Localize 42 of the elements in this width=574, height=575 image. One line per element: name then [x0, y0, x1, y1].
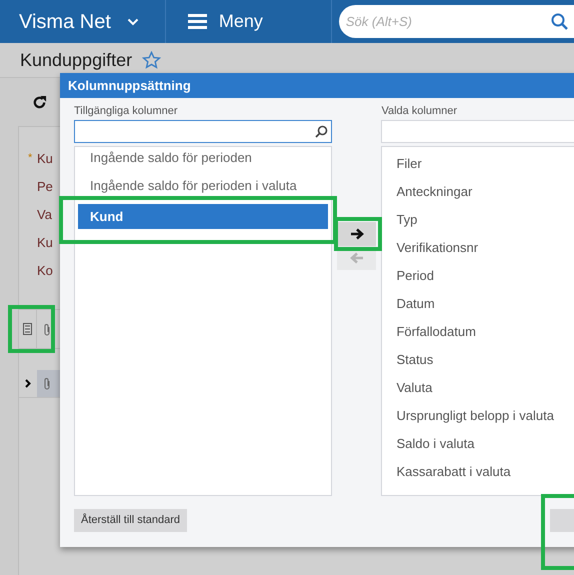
- list-item[interactable]: Verifikationsnr: [382, 234, 574, 262]
- search-field[interactable]: Sök (Alt+S): [338, 5, 574, 38]
- list-item[interactable]: Valuta: [382, 374, 574, 402]
- highlight-frame: [8, 305, 55, 353]
- list-item[interactable]: Kassarabatt i valuta: [382, 458, 574, 486]
- star-icon[interactable]: [142, 51, 162, 69]
- page-title: Kunduppgifter: [20, 48, 132, 72]
- search-icon[interactable]: [551, 13, 568, 30]
- list-item[interactable]: Anteckningar: [382, 178, 574, 206]
- list-item[interactable]: Status: [382, 346, 574, 374]
- form-label: Ku: [37, 150, 53, 168]
- chevron-down-icon: [126, 18, 139, 26]
- reset-button[interactable]: Återställ till standard: [74, 509, 188, 532]
- arrow-left-icon: [348, 250, 365, 266]
- paperclip-icon[interactable]: [43, 322, 51, 336]
- list-item[interactable]: Datum: [382, 290, 574, 318]
- list-item[interactable]: Ingående saldo för perioden i valuta: [78, 176, 328, 196]
- form-label: Ko: [37, 262, 53, 280]
- list-item[interactable]: Förfallodatum: [382, 318, 574, 346]
- list-item[interactable]: Ingående saldo för perioden: [78, 148, 328, 168]
- list-item[interactable]: Typ: [382, 206, 574, 234]
- arrow-right-icon: [348, 226, 365, 242]
- menu-icon: [188, 14, 207, 29]
- list-item[interactable]: Kund: [78, 204, 328, 229]
- list-item[interactable]: Period: [382, 262, 574, 290]
- column-label: Tillgängliga kolumner: [74, 104, 179, 119]
- list-item[interactable]: Ursprungligt belopp i valuta: [382, 402, 574, 430]
- paperclip-icon[interactable]: [43, 377, 51, 390]
- form-label: Ku: [37, 234, 53, 252]
- chevron-right-icon[interactable]: [25, 379, 31, 388]
- form-label: Va: [37, 206, 52, 224]
- required-mark: *: [28, 151, 34, 166]
- list-item[interactable]: Filer: [382, 150, 574, 178]
- list-item[interactable]: Saldo i valuta: [382, 430, 574, 458]
- search-field[interactable]: [74, 120, 332, 143]
- dialog-title: Kolumnuppsättning: [60, 73, 574, 98]
- notes-icon[interactable]: [23, 323, 32, 335]
- move-right-button[interactable]: [337, 222, 376, 246]
- refresh-icon[interactable]: [32, 94, 47, 110]
- form-label: Pe: [37, 178, 53, 196]
- column-label: Valda kolumner: [381, 104, 458, 119]
- search-icon: [315, 125, 328, 138]
